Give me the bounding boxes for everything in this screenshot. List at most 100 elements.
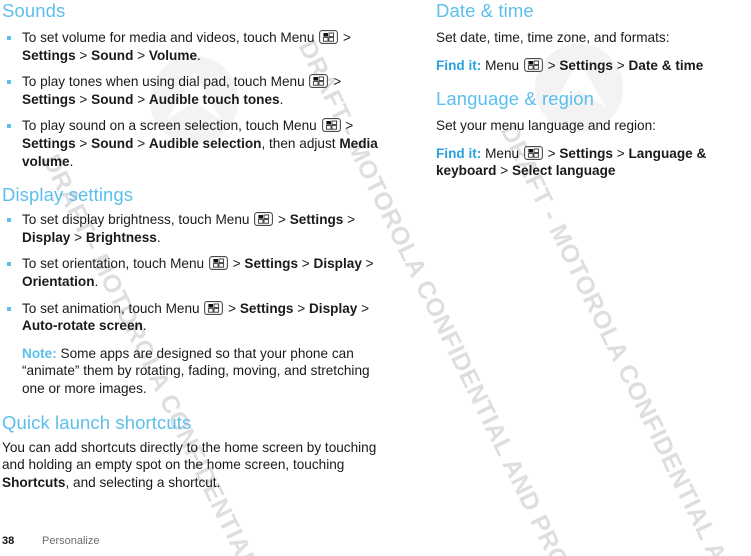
display-bullet-item: To set animation, touch Menu > Settings … [2,300,382,335]
bold-term: Sound [91,47,134,63]
sounds-bullet-list: To set volume for media and videos, touc… [2,29,382,170]
sounds-bullet-item: To play tones when using dial pad, touch… [2,73,382,108]
date-time-path: Menu > Settings > Date & time [481,58,703,73]
bold-term: Date & time [628,57,704,73]
text-run: > [75,47,92,63]
note-block: Note: Some apps are designed so that you… [2,345,382,398]
text-run: > [70,229,86,245]
bold-term: Audible touch tones [148,91,280,107]
bold-term: Brightness [85,229,157,245]
menu-key-icon [254,212,274,227]
section-heading-sounds: Sounds [2,0,66,21]
display-bullet-item: To set display brightness, touch Menu > … [2,211,382,246]
text-run: > [298,256,314,272]
note-item: Note: Some apps are designed so that you… [2,345,382,398]
text-run: . [94,273,99,289]
bold-term: Settings [239,300,294,316]
text-run: > [496,163,512,179]
text-run: > [357,300,370,316]
bold-term: Sound [91,135,134,151]
text-run: To play tones when using dial pad, touch… [22,74,309,90]
text-run: > [329,74,342,90]
text-run: , then adjust [261,135,340,151]
list-gap [2,64,382,73]
text-run: , and selecting a shortcut. [65,474,221,490]
text-run: > [228,256,245,272]
text-run: > [543,145,560,161]
menu-key-icon [309,74,329,89]
text-run: To set volume for media and videos, touc… [22,30,319,45]
date-time-intro: Set date, time, time zone, and formats: [436,30,670,45]
bold-term: Audible selection [148,135,262,151]
text-run: > [341,118,354,134]
bold-term: Settings [559,145,613,161]
bold-term: Display [313,256,362,272]
text-run: > [543,57,560,73]
menu-key-icon [208,256,228,271]
bold-term: Select language [511,163,616,179]
text-run: > [339,30,351,45]
left-column: Sounds To set volume for media and video… [2,0,382,491]
find-it-label: Find it: [436,145,482,161]
bold-term: Sound [91,91,134,107]
bold-term: Settings [22,135,76,151]
note-label: Note: [22,345,57,361]
language-region-intro: Set your menu language and region: [436,118,656,134]
text-run: > [612,57,629,73]
text-run: . [156,229,161,245]
section-heading-display-settings: Display settings [2,184,134,206]
text-run: > [361,256,374,272]
bold-term: Shortcuts [2,474,66,490]
menu-key-icon [523,57,543,72]
find-it-label: Find it: [436,57,482,73]
menu-key-icon [319,30,339,44]
text-run: > [343,212,356,228]
text-run: You can add shortcuts directly to the ho… [2,439,377,473]
menu-key-icon [204,300,224,315]
language-region-find-it: Find it: Menu > Settings > Language & ke… [436,145,751,180]
section-heading-quick-launch-shortcuts: Quick launch shortcuts [2,411,192,433]
text-run: To set display brightness, touch Menu [22,212,254,228]
display-bullet-item: To set orientation, touch Menu > Setting… [2,255,382,290]
text-run: > [224,300,240,316]
date-time-find-it: Find it: Menu > Settings > Date & time [436,57,751,75]
bold-term: Settings [289,212,344,228]
text-run: To play sound on a screen selection, tou… [22,118,321,134]
text-run: > [274,212,290,228]
bold-term: Settings [22,91,76,107]
text-run: > [75,91,92,107]
text-run: > [75,135,92,151]
bold-term: Display [308,300,358,316]
section-heading-language-and-region: Language & region [436,88,595,110]
sounds-bullet-item: To play sound on a screen selection, tou… [2,117,382,170]
text-run: To set orientation, touch Menu [22,256,208,272]
bold-term: Settings [244,256,299,272]
page-number: 38 [2,535,15,547]
text-run: . [69,153,74,169]
list-gap [2,246,382,255]
note-text: Some apps are designed so that your phon… [22,345,370,396]
sounds-bullet-item: To set volume for media and videos, touc… [2,29,382,64]
text-run: > [133,47,149,63]
bold-term: Display [22,229,71,245]
list-gap [2,108,382,117]
page-footer: 38 Personalize [2,534,99,548]
bold-term: Auto-rotate screen [22,318,143,334]
text-run: . [279,91,284,107]
text-run: > [133,135,149,151]
quick-launch-paragraph: You can add shortcuts directly to the ho… [2,439,382,492]
text-run: To set animation, touch Menu [22,300,204,316]
bold-term: Volume [148,47,198,63]
text-run: Menu [481,145,523,161]
section-heading-date-and-time: Date & time [436,0,534,21]
right-column: Date & time Set date, time, time zone, a… [436,0,751,180]
list-gap [2,291,382,300]
chapter-name: Personalize [42,535,100,547]
text-run: > [133,91,149,107]
display-settings-bullet-list: To set display brightness, touch Menu > … [2,211,382,335]
text-run: . [142,318,147,334]
manual-page: Sounds To set volume for media and video… [0,0,751,556]
bold-term: Settings [22,47,76,63]
menu-key-icon [523,145,543,160]
text-run: . [197,47,201,63]
